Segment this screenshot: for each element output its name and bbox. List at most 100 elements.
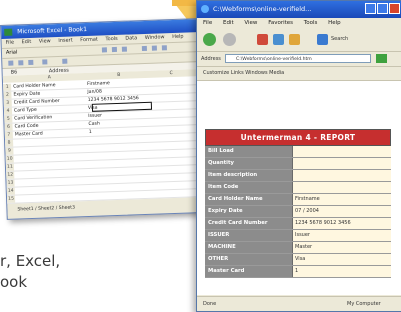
field-input[interactable] [293, 170, 391, 181]
form-title: Untermerman 4 - REPORT [205, 129, 391, 146]
address-bar: Address C:\Webforms\online-verifield.htm [197, 52, 401, 67]
align-center-icon[interactable] [151, 45, 157, 51]
align-left-icon[interactable] [141, 45, 147, 52]
close-icon[interactable] [389, 3, 400, 14]
save-icon[interactable] [28, 59, 34, 66]
field-label: Bill Load [205, 146, 293, 157]
print-icon[interactable] [42, 59, 48, 65]
excel-menu-tools[interactable]: Tools [105, 36, 118, 42]
form-row: Item description [205, 170, 391, 182]
excel-menu-view[interactable]: View [39, 38, 51, 44]
form-row: Bill Load [205, 146, 391, 158]
undo-icon[interactable] [62, 58, 68, 64]
new-icon[interactable] [8, 60, 14, 66]
excel-window: Microsoft Excel - Book1 File Edit View I… [0, 18, 205, 220]
maximize-icon[interactable] [377, 3, 388, 14]
stop-icon[interactable] [257, 34, 268, 45]
address-input[interactable]: C:\Webforms\online-verifield.htm [225, 54, 371, 63]
browser-menu-help[interactable]: Help [328, 20, 341, 26]
row-number: 6 [4, 123, 13, 131]
row-number: 15 [6, 195, 16, 203]
caption-line-2: ook [0, 273, 28, 291]
form-row: Card Holder Name Firstname [205, 194, 391, 206]
field-label: MACHINE [205, 242, 293, 253]
align-right-icon[interactable] [161, 45, 167, 51]
row-number: 8 [5, 139, 14, 147]
excel-menu-insert[interactable]: Insert [58, 37, 73, 43]
window-controls [364, 3, 400, 18]
excel-title: Microsoft Excel - Book1 [17, 25, 88, 36]
field-input[interactable]: Master [293, 242, 391, 253]
excel-menu-format[interactable]: Format [80, 37, 98, 44]
field-input[interactable]: 07 / 2004 [293, 206, 391, 217]
form-row: Item Code [205, 182, 391, 194]
links-bar[interactable]: Customize Links Windows Media [197, 67, 401, 81]
form-row: Master Card 1 [205, 266, 391, 278]
row-number: 14 [6, 187, 15, 195]
browser-menu-favorites[interactable]: Favorites [268, 20, 293, 26]
excel-menu-help[interactable]: Help [172, 34, 184, 40]
bold-icon[interactable] [101, 47, 108, 53]
search-label[interactable]: Search [331, 36, 348, 42]
row-number: 12 [6, 171, 15, 179]
form-row: Credit Card Number 1234 5678 9012 3456 [205, 218, 391, 230]
excel-menu-edit[interactable]: Edit [21, 39, 31, 45]
excel-menu-data[interactable]: Data [125, 35, 137, 41]
browser-menu-view[interactable]: View [244, 20, 257, 26]
field-input[interactable] [293, 182, 391, 193]
form-row: OTHER Visa [205, 254, 391, 266]
row-number: 5 [4, 115, 13, 123]
go-icon[interactable] [376, 54, 387, 63]
browser-menu-bar: File Edit View Favorites Tools Help [197, 18, 401, 29]
address-label: Address [201, 56, 221, 62]
browser-content: Untermerman 4 - REPORT Bill Load Quantit… [197, 81, 401, 295]
field-input[interactable]: 1 [293, 266, 391, 277]
field-input[interactable]: Visa [293, 254, 391, 265]
field-label: OTHER [205, 254, 293, 265]
font-name-select[interactable]: Arial [6, 48, 18, 57]
field-input[interactable]: Firstname [293, 194, 391, 205]
browser-window: C:\Webforms\online-verifield... File Edi… [196, 0, 401, 312]
underline-icon[interactable] [121, 46, 128, 52]
row-number: 3 [3, 99, 12, 107]
field-label: Card Holder Name [205, 194, 293, 205]
row-number: 7 [4, 131, 13, 139]
field-input[interactable] [293, 158, 391, 169]
row-number: 11 [5, 163, 15, 171]
field-input[interactable]: Issuer [293, 230, 391, 241]
field-label: Item description [205, 170, 293, 181]
field-label: Expiry Date [205, 206, 293, 217]
italic-icon[interactable] [111, 46, 118, 53]
browser-menu-tools[interactable]: Tools [304, 20, 318, 26]
spreadsheet-grid[interactable]: A B C 1 Card Holder Name Firstname 2 Expiry… [2, 69, 204, 204]
row-number: 13 [6, 179, 15, 187]
row-number: 1 [3, 83, 12, 91]
browser-title: C:\Webforms\online-verifield... [213, 5, 312, 13]
field-label: Master Card [205, 266, 293, 277]
report-form: Untermerman 4 - REPORT Bill Load Quantit… [205, 129, 391, 278]
form-row: ISSUER Issuer [205, 230, 391, 242]
field-input[interactable]: 1234 5678 9012 3456 [293, 218, 391, 229]
excel-menu-file[interactable]: File [6, 40, 15, 46]
minimize-icon[interactable] [365, 3, 376, 14]
row-number: 4 [3, 107, 13, 115]
forward-icon[interactable] [223, 33, 236, 46]
search-icon[interactable] [317, 34, 328, 45]
browser-menu-file[interactable]: File [203, 20, 212, 26]
form-row: Quantity [205, 158, 391, 170]
excel-menu-window[interactable]: Window [145, 34, 165, 41]
browser-menu-edit[interactable]: Edit [223, 20, 234, 26]
browser-title-bar[interactable]: C:\Webforms\online-verifield... [197, 1, 401, 18]
browser-toolbar: Search [197, 29, 401, 52]
back-icon[interactable] [203, 33, 216, 46]
caption-line-1: r, Excel, [0, 252, 61, 270]
field-input[interactable] [293, 146, 391, 157]
open-icon[interactable] [18, 60, 24, 66]
row-number: 9 [5, 147, 14, 155]
column-header-c[interactable]: C [151, 69, 191, 77]
home-icon[interactable] [289, 34, 300, 45]
field-label: Quantity [205, 158, 293, 169]
refresh-icon[interactable] [273, 34, 284, 45]
row-number: 10 [5, 155, 14, 163]
caption-text: r, Excel, ook [0, 251, 60, 293]
